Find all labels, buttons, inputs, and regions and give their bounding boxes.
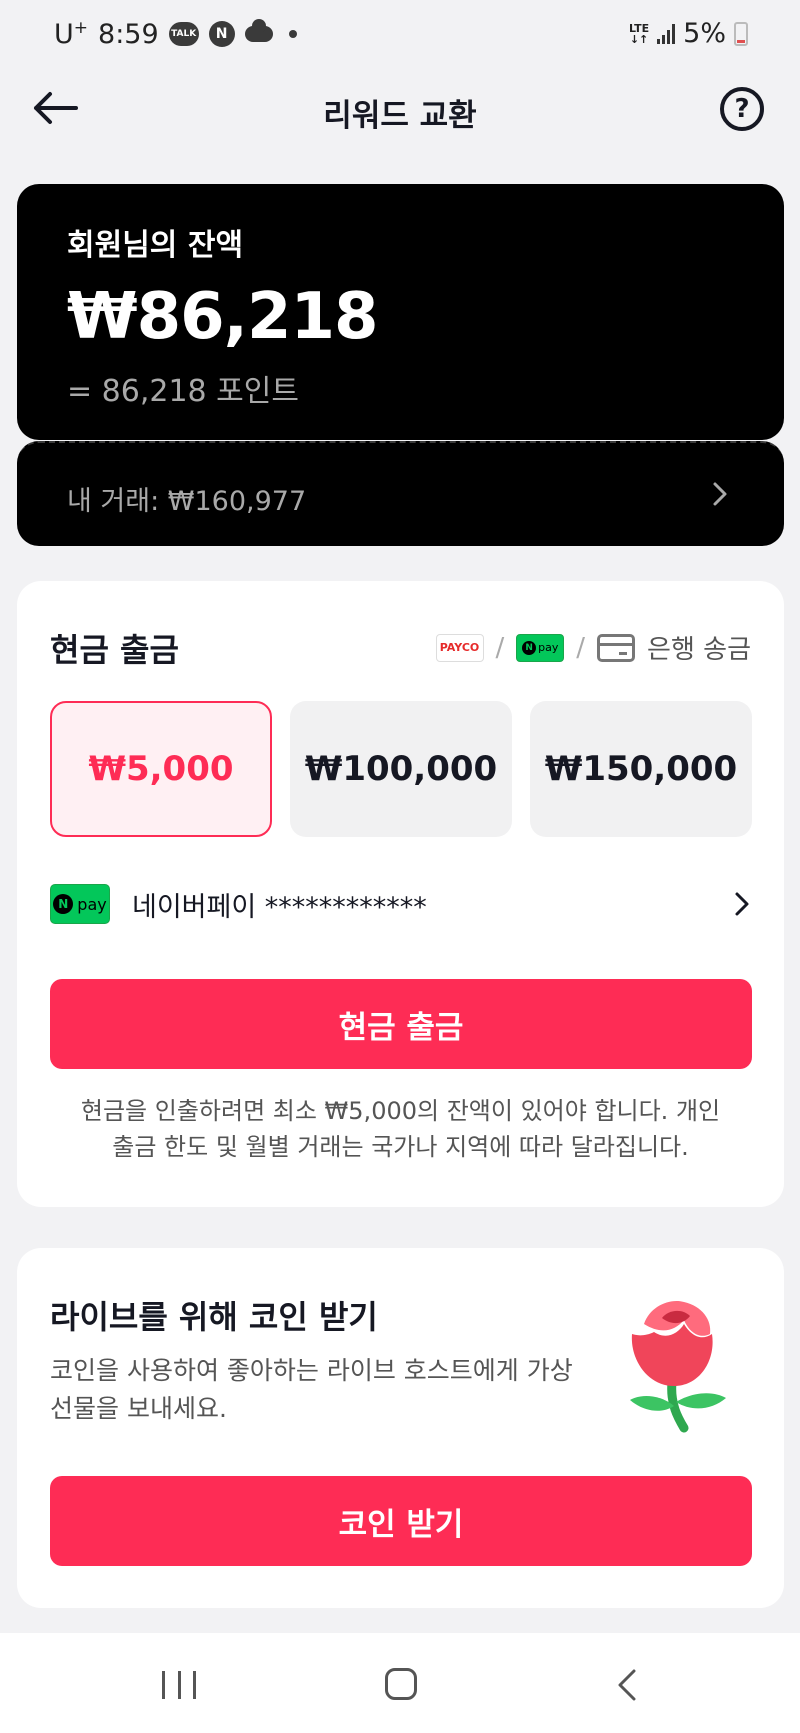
amount-option-150000[interactable]: ₩150,000 bbox=[530, 701, 752, 837]
chevron-right-icon bbox=[713, 482, 727, 506]
withdraw-notice: 현금을 인출하려면 최소 ₩5,000의 잔액이 있어야 합니다. 개인 출금 … bbox=[80, 1097, 721, 1161]
system-nav-bar bbox=[0, 1633, 800, 1733]
balance-amount: ₩86,218 bbox=[67, 280, 379, 354]
question-icon: ? bbox=[734, 94, 750, 124]
naver-pay-icon: Npay bbox=[50, 884, 110, 924]
amount-option-100000[interactable]: ₩100,000 bbox=[290, 701, 512, 837]
lte-icon: LTE ↓↑ bbox=[628, 21, 650, 46]
payco-logo: PAYCO bbox=[435, 633, 484, 662]
naver-pay-logo: Npay bbox=[516, 633, 565, 662]
separator: / bbox=[576, 632, 586, 663]
recent-apps-button[interactable] bbox=[162, 1671, 196, 1699]
signal-icon bbox=[657, 23, 676, 44]
status-bar: U+ 8:59 TALK N LTE ↓↑ 5% bbox=[0, 0, 800, 72]
chevron-right-icon bbox=[735, 892, 749, 916]
withdraw-methods: PAYCO / Npay / 은행 송금 bbox=[435, 629, 751, 666]
balance-points: = 86,218 포인트 bbox=[67, 374, 299, 409]
payment-method-row[interactable]: Npay 네이버페이 ************ bbox=[50, 881, 752, 927]
my-transactions-row[interactable]: 내 거래: ₩160,977 bbox=[17, 441, 784, 546]
header: 리워드 교환 ? bbox=[0, 72, 800, 144]
page-title: 리워드 교환 bbox=[323, 98, 477, 134]
battery-percent: 5% bbox=[683, 18, 726, 49]
amount-option-5000[interactable]: ₩5,000 bbox=[50, 701, 272, 837]
cash-withdraw-title: 현금 출금 bbox=[50, 631, 179, 669]
payment-method-label: 네이버페이 ************ bbox=[132, 891, 427, 923]
status-right: LTE ↓↑ 5% bbox=[629, 18, 748, 49]
kakaotalk-icon: TALK bbox=[168, 22, 199, 46]
bank-transfer-label: 은행 송금 bbox=[647, 635, 751, 665]
balance-card: 회원님의 잔액 ₩86,218 = 86,218 포인트 bbox=[17, 184, 784, 440]
get-coins-card: 라이브를 위해 코인 받기 코인을 사용하여 좋아하는 라이브 호스트에게 가상… bbox=[17, 1248, 784, 1608]
amount-options: ₩5,000 ₩100,000 ₩150,000 bbox=[50, 701, 752, 837]
get-coins-title: 라이브를 위해 코인 받기 bbox=[50, 1298, 378, 1336]
get-coins-description: 코인을 사용하여 좋아하는 라이브 호스트에게 가상 선물을 보내세요. bbox=[50, 1356, 573, 1423]
cash-withdraw-card: 현금 출금 PAYCO / Npay / 은행 송금 ₩5,000 ₩100,0… bbox=[17, 581, 784, 1207]
separator: / bbox=[495, 632, 505, 663]
rose-icon bbox=[630, 1300, 726, 1433]
status-time: 8:59 bbox=[98, 18, 159, 50]
help-button[interactable]: ? bbox=[720, 87, 764, 131]
get-coins-button[interactable]: 코인 받기 bbox=[50, 1476, 752, 1566]
cash-withdraw-button[interactable]: 현금 출금 bbox=[50, 979, 752, 1069]
status-left: U+ 8:59 TALK N bbox=[54, 18, 297, 50]
balance-label: 회원님의 잔액 bbox=[67, 228, 244, 263]
notification-dot-icon bbox=[288, 30, 297, 38]
naver-icon: N bbox=[208, 21, 235, 47]
carrier-label: U+ bbox=[54, 18, 89, 50]
transactions-label: 내 거래: ₩160,977 bbox=[67, 486, 307, 517]
home-button[interactable] bbox=[385, 1668, 417, 1700]
battery-icon bbox=[734, 21, 748, 46]
cloud-icon bbox=[244, 19, 273, 42]
bank-card-icon bbox=[597, 633, 636, 662]
nav-back-button[interactable] bbox=[612, 1667, 642, 1703]
